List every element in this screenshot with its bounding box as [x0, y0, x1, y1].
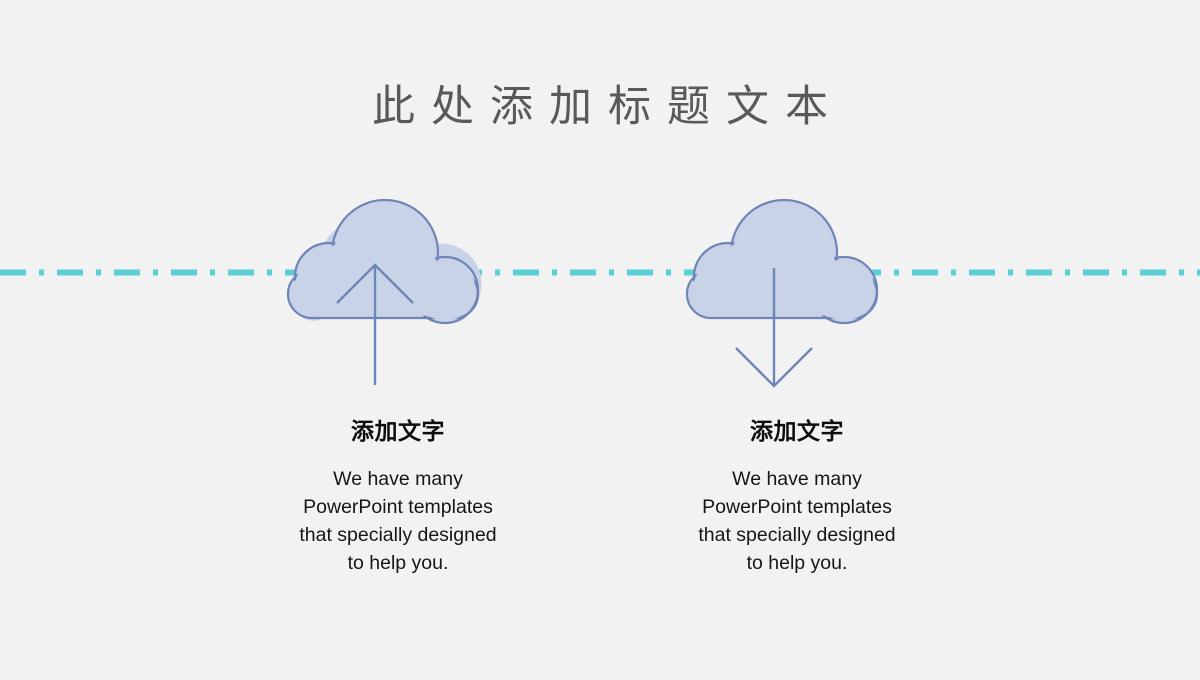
content-column-right: 添加文字 We have many PowerPoint templates t…	[602, 190, 992, 577]
cloud-shape	[685, 198, 879, 325]
body-line: that specially designed	[698, 524, 896, 546]
body-line: PowerPoint templates	[303, 496, 493, 518]
column-heading: 添加文字	[351, 418, 445, 444]
cloud-shape	[286, 198, 482, 325]
body-line: PowerPoint templates	[702, 496, 892, 518]
column-heading: 添加文字	[750, 418, 844, 444]
dash-dot-divider	[0, 269, 1200, 276]
content-column-left: 添加文字 We have many PowerPoint templates t…	[203, 190, 593, 577]
body-line: We have many	[333, 468, 463, 490]
cloud-download-icon	[602, 190, 992, 395]
body-line: to help you.	[746, 552, 848, 574]
column-body-text: We have many PowerPoint templates that s…	[203, 465, 593, 577]
body-line: We have many	[732, 468, 862, 490]
page-title: 此处添加标题文本	[372, 83, 844, 131]
column-body-text: We have many PowerPoint templates that s…	[602, 465, 992, 577]
slide-canvas: 此处添加标题文本 添加文字 We have many PowerPoint te…	[0, 0, 1200, 680]
body-line: to help you.	[347, 552, 449, 574]
cloud-upload-icon	[203, 190, 593, 395]
body-line: that specially designed	[299, 524, 497, 546]
